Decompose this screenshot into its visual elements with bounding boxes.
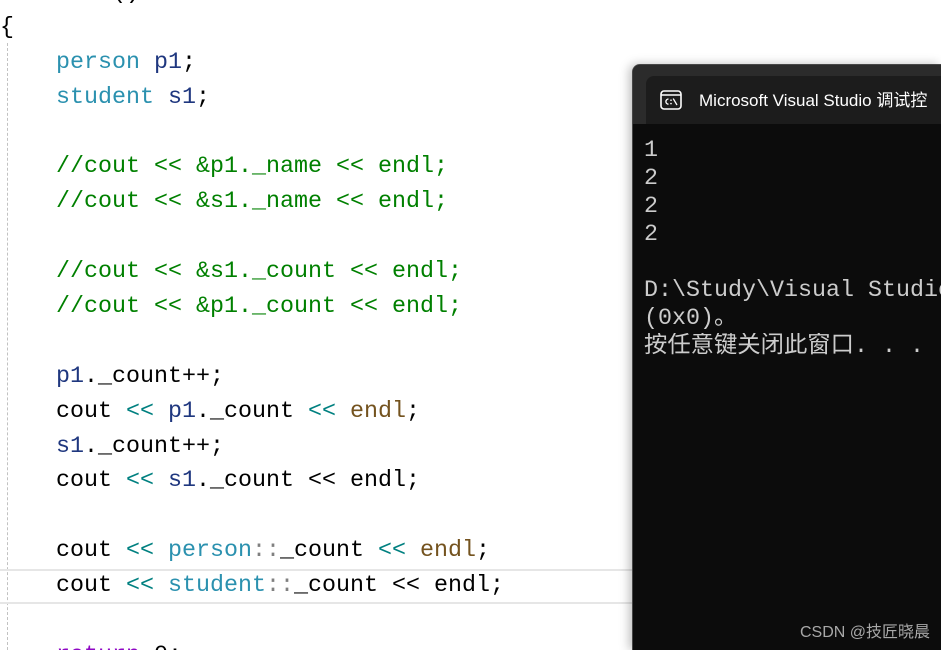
console-output-line: 1 [644,138,658,164]
code-token: //cout << &s1._count << endl; [56,259,462,286]
code-token: endl [420,538,476,565]
code-token: s1 [168,468,196,495]
code-token: :: [252,538,280,565]
watermark: CSDN @技匠晓晨 [800,624,931,641]
code-token: s1 [168,84,196,111]
code-token: _count [280,538,378,565]
code-token: person [56,49,140,76]
code-token: ; [406,398,420,425]
code-token: << [126,538,154,565]
code-token: << [126,398,154,425]
terminal-icon [660,90,682,110]
code-token: return [56,639,140,650]
code-token: int [0,0,42,11]
code-token: << [126,573,154,600]
code-token: cout [56,538,126,565]
console-body[interactable]: 1 2 2 2 D:\Study\Visual Studio (0x0)。 按任意键关闭此窗… [633,124,941,650]
code-token: () [112,0,140,11]
code-line[interactable]: int main() [0,0,941,11]
code-token: ._count++; [84,433,224,460]
code-token: << [308,398,336,425]
console-output: 1 2 2 2 D:\Study\Visual Studio (0x0)。 按任意键关闭此窗… [644,137,941,361]
code-token: << [378,538,406,565]
code-token: ._count [196,398,308,425]
code-token: p1 [154,49,182,76]
code-token: student [56,84,154,111]
code-token: :: [266,573,294,600]
console-output-line: 按任意键关闭此窗口. . . [644,334,924,360]
code-token: endl [350,398,406,425]
console-output-line: D:\Study\Visual Studio [644,278,941,304]
code-token: ._count << endl; [196,468,420,495]
code-token: //cout << &p1._count << endl; [56,294,462,321]
console-tab[interactable]: Microsoft Visual Studio 调试控 [646,76,941,124]
console-output-line: 2 [644,166,658,192]
code-token: main [56,0,112,11]
console-titlebar[interactable]: Microsoft Visual Studio 调试控 [633,65,941,124]
console-output-line: (0x0)。 [644,306,738,332]
code-token: { [0,14,14,41]
console-output-line: 2 [644,194,658,220]
code-token: cout [56,398,126,425]
code-token: cout [56,468,126,495]
console-output-line: 2 [644,222,658,248]
code-token: << [126,468,154,495]
code-token: p1 [56,363,84,390]
code-token: person [168,538,252,565]
code-token: cout [56,573,126,600]
code-token: 0; [140,639,182,650]
console-window[interactable]: Microsoft Visual Studio 调试控 1 2 2 2 D:\Study… [632,64,941,650]
code-token: _count << endl; [294,573,504,600]
code-token: //cout << &p1._name << endl; [56,154,448,181]
code-token: //cout << &s1._name << endl; [56,189,448,216]
console-title: Microsoft Visual Studio 调试控 [699,91,928,110]
code-token: student [168,573,266,600]
code-line[interactable]: { [0,11,941,46]
code-token: ._count++; [84,363,224,390]
code-token: ; [182,49,196,76]
code-token: p1 [168,398,196,425]
code-token: s1 [56,433,84,460]
code-token: ; [196,84,210,111]
code-token: ; [476,538,490,565]
